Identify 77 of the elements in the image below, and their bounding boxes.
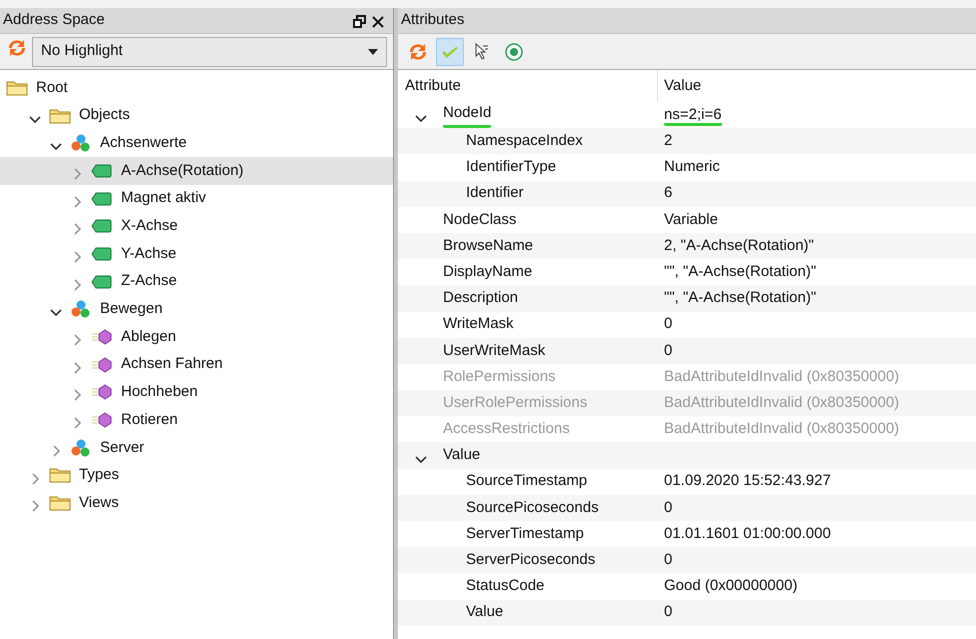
folder-icon — [49, 494, 71, 512]
tag-icon — [91, 190, 113, 208]
panel-title: Address Space — [3, 10, 106, 30]
tree-item[interactable]: Objects — [75, 102, 134, 129]
tree-item[interactable]: Z-Achse — [117, 268, 181, 295]
column-header: Attribute — [405, 76, 461, 96]
tree-item[interactable]: Ablegen — [117, 324, 180, 350]
attribute-name: ServerPicoseconds — [466, 550, 596, 570]
cube-icon — [91, 411, 113, 430]
attribute-value: "", "A-Achse(Rotation)" — [664, 289, 816, 306]
tree-item[interactable]: Y-Achse — [117, 240, 180, 268]
attribute-name: DisplayName — [443, 262, 532, 282]
attribute-value: BadAttributeIdInvalid (0x80350000) — [664, 368, 900, 385]
attribute-name: NodeClass — [443, 210, 516, 230]
attribute-name: UserWriteMask — [443, 340, 546, 361]
panel-title: Attributes — [401, 10, 464, 30]
tree-item[interactable]: Bewegen — [96, 296, 167, 323]
cube-icon — [91, 383, 113, 402]
attribute-name: UserRolePermissions — [443, 392, 588, 413]
tree-item[interactable]: Achsen Fahren — [117, 351, 227, 378]
attribute-name: AccessRestrictions — [443, 419, 570, 440]
attribute-value: 0 — [664, 603, 672, 620]
attribute-name: StatusCode — [466, 576, 544, 596]
refresh-icon[interactable] — [6, 38, 28, 58]
attribute-value: Variable — [664, 210, 718, 228]
attribute-value: 0 — [664, 551, 672, 568]
objects-icon — [70, 134, 92, 152]
tree-item[interactable]: Rotieren — [117, 406, 182, 434]
tag-icon — [91, 272, 113, 291]
tree-item[interactable]: Magnet aktiv — [117, 185, 210, 212]
attribute-name: NamespaceIndex — [466, 131, 583, 152]
caret-icon — [368, 48, 378, 54]
cube-icon — [91, 328, 113, 346]
attribute-name: Value — [466, 602, 504, 622]
tree-item[interactable]: X-Achse — [117, 213, 182, 240]
highlight-dropdown[interactable]: No Highlight — [32, 36, 387, 66]
tag-icon — [91, 244, 113, 263]
attribute-value: Numeric — [664, 158, 720, 176]
attribute-value: Good (0x00000000) — [664, 577, 798, 594]
tree-item[interactable]: Hochheben — [117, 379, 202, 406]
objects-icon — [70, 300, 92, 318]
cube-icon — [91, 356, 113, 374]
tag-icon — [91, 217, 113, 236]
attribute-value: 0 — [664, 498, 672, 516]
tag-icon — [91, 162, 113, 180]
attribute-value: "", "A-Achse(Rotation)" — [664, 262, 816, 280]
attribute-name: ServerTimestamp — [466, 524, 584, 544]
attribute-name: Description — [443, 288, 518, 308]
attribute-value: 6 — [664, 184, 672, 202]
attribute-name: Identifier — [466, 183, 524, 204]
attribute-name: WriteMask — [443, 314, 514, 334]
attribute-name: SourceTimestamp — [466, 471, 588, 492]
tree-item[interactable]: Achsenwerte — [96, 130, 191, 156]
attribute-value: 0 — [664, 342, 672, 359]
attribute-name: RolePermissions — [443, 366, 556, 387]
attribute-name: BrowseName — [443, 236, 534, 256]
attribute-value: 01.09.2020 15:52:43.927 — [664, 472, 831, 490]
attribute-value: 2 — [664, 132, 672, 150]
attribute-value: 0 — [664, 315, 672, 332]
attribute-value: BadAttributeIdInvalid (0x80350000) — [664, 420, 900, 438]
attribute-value: 2, "A-Achse(Rotation)" — [664, 236, 814, 254]
attribute-name: SourcePicoseconds — [466, 498, 599, 518]
folder-icon — [6, 78, 28, 97]
tree-item[interactable]: Server — [96, 434, 148, 462]
attribute-value: BadAttributeIdInvalid (0x80350000) — [664, 394, 900, 411]
checkmark-icon[interactable] — [436, 38, 464, 66]
attribute-name: Value — [443, 445, 480, 466]
folder-icon — [49, 106, 71, 125]
attribute-value: 01.01.1601 01:00:00.000 — [664, 524, 831, 542]
column-header: Value — [663, 76, 702, 96]
undock-icon[interactable] — [350, 13, 369, 28]
tree-item[interactable]: Types — [75, 462, 124, 489]
attribute-name: IdentifierType — [466, 157, 556, 178]
tree-item[interactable]: Root — [32, 74, 72, 102]
folder-icon — [49, 466, 71, 484]
objects-icon — [70, 438, 92, 457]
tree-item[interactable]: Views — [75, 490, 123, 516]
